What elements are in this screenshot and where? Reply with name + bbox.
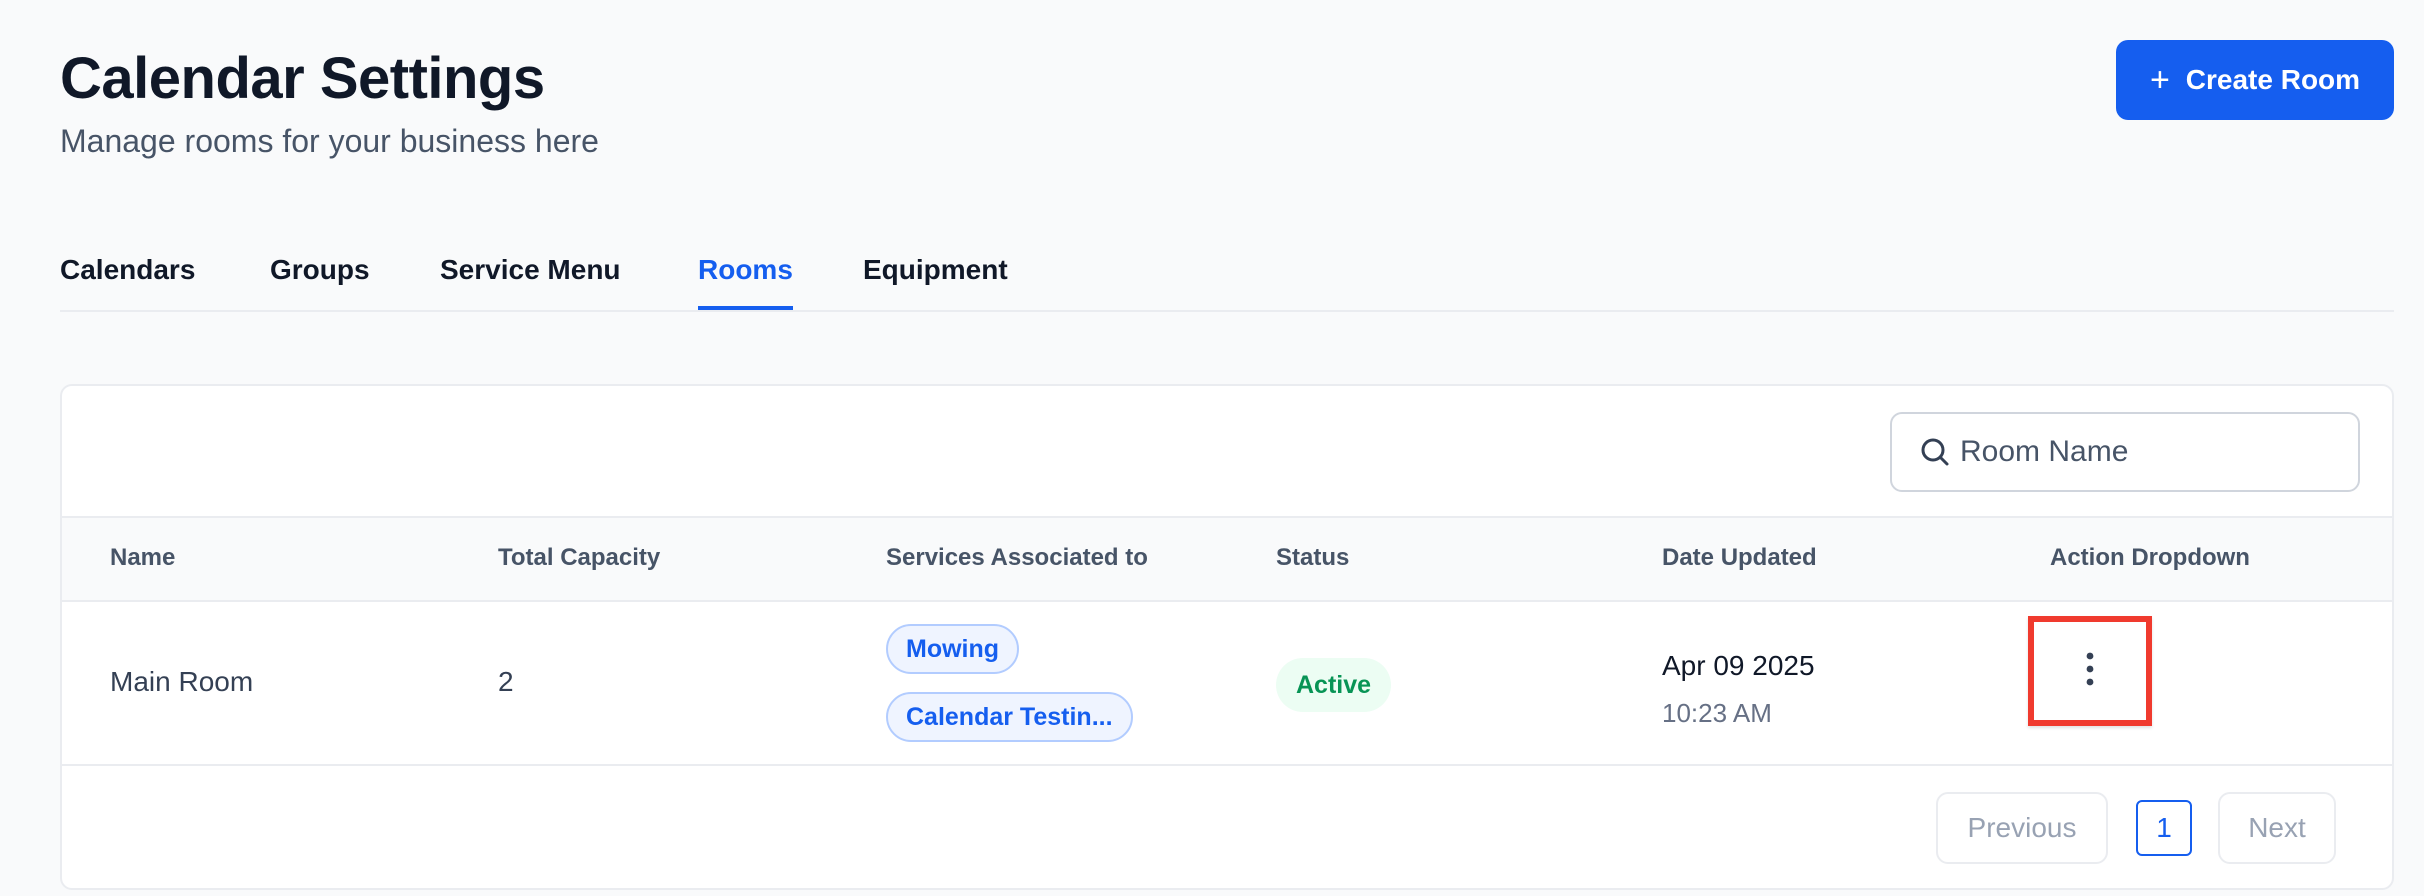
create-room-label: Create Room bbox=[2185, 64, 2361, 95]
tab-service-menu[interactable]: Service Menu bbox=[440, 250, 621, 310]
search-box[interactable] bbox=[1890, 412, 2360, 492]
table-header: Name Total Capacity Services Associated … bbox=[62, 516, 2392, 602]
column-header-name: Name bbox=[110, 544, 176, 571]
date-updated: Apr 09 2025 bbox=[1662, 650, 1815, 681]
column-header-services: Services Associated to bbox=[886, 544, 1148, 571]
page-subtitle: Manage rooms for your business here bbox=[60, 123, 599, 159]
room-capacity: 2 bbox=[498, 666, 514, 697]
more-vertical-icon bbox=[2084, 651, 2096, 692]
next-page-button[interactable]: Next bbox=[2218, 792, 2336, 864]
room-name: Main Room bbox=[110, 666, 254, 697]
rooms-table-card: Name Total Capacity Services Associated … bbox=[60, 384, 2394, 890]
action-dropdown-button[interactable] bbox=[2028, 616, 2152, 726]
time-updated: 10:23 AM bbox=[1662, 698, 1772, 728]
table-row: Main Room 2 Mowing Calendar Testin... Ac… bbox=[62, 602, 2392, 766]
plus-icon: + bbox=[2149, 61, 2170, 99]
column-header-total-capacity: Total Capacity bbox=[498, 544, 661, 571]
status-badge: Active bbox=[1276, 658, 1392, 712]
column-header-action-dropdown: Action Dropdown bbox=[2050, 544, 2250, 571]
service-pill-mowing: Mowing bbox=[886, 624, 1020, 674]
service-pill-calendar-testing: Calendar Testin... bbox=[886, 692, 1133, 742]
tab-bar: Calendars Groups Service Menu Rooms Equi… bbox=[60, 240, 2394, 312]
page-number-button[interactable]: 1 bbox=[2136, 800, 2192, 856]
create-room-button[interactable]: + Create Room bbox=[2116, 40, 2394, 120]
search-icon bbox=[1920, 437, 1950, 467]
tab-equipment[interactable]: Equipment bbox=[863, 250, 1008, 310]
column-header-status: Status bbox=[1276, 544, 1350, 571]
tab-groups[interactable]: Groups bbox=[270, 250, 370, 310]
search-input[interactable] bbox=[1958, 434, 2342, 470]
tab-calendars[interactable]: Calendars bbox=[60, 250, 195, 310]
page-title: Calendar Settings bbox=[60, 46, 545, 111]
previous-page-button[interactable]: Previous bbox=[1936, 792, 2108, 864]
tab-rooms[interactable]: Rooms bbox=[698, 250, 793, 310]
column-header-date-updated: Date Updated bbox=[1662, 544, 1817, 571]
